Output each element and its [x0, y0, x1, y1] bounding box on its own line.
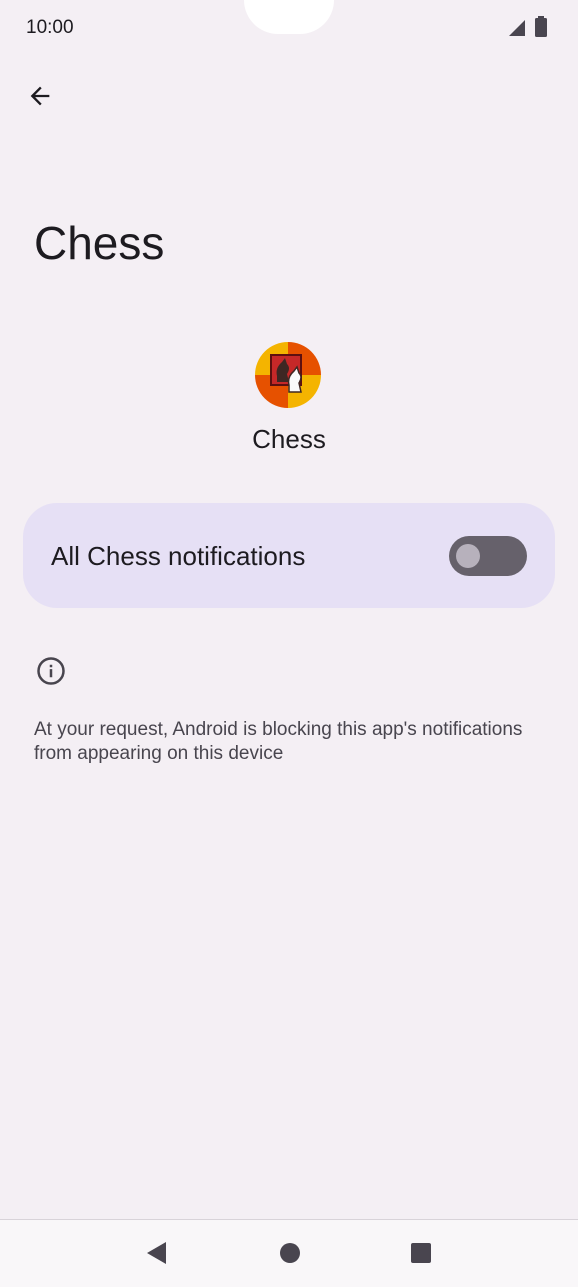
- back-arrow-icon: [30, 86, 50, 106]
- back-nav-icon[interactable]: [144, 1240, 170, 1266]
- info-icon: [37, 657, 65, 685]
- page-title: Chess: [34, 217, 165, 269]
- notifications-switch[interactable]: [449, 536, 527, 576]
- status-time: 10:00: [26, 17, 74, 38]
- toggle-label: All Chess notifications: [51, 541, 306, 571]
- all-notifications-toggle-row[interactable]: All Chess notifications: [23, 503, 555, 608]
- switch-thumb: [456, 544, 480, 568]
- recents-nav-icon[interactable]: [409, 1240, 433, 1266]
- battery-icon: [535, 16, 547, 37]
- chess-app-icon: [255, 342, 321, 408]
- status-bar: 10:00: [0, 0, 578, 56]
- signal-icon: [509, 20, 525, 36]
- camera-notch: [244, 0, 334, 34]
- home-nav-icon[interactable]: [278, 1240, 302, 1266]
- navigation-bar: [0, 1219, 578, 1287]
- blocked-info-text: At your request, Android is blocking thi…: [34, 719, 523, 764]
- app-name: Chess: [252, 424, 326, 454]
- back-button[interactable]: [18, 74, 62, 118]
